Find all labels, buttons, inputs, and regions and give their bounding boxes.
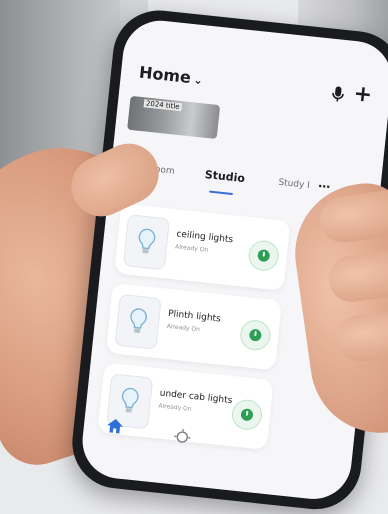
bulb-icon-box [123, 214, 170, 270]
device-card[interactable]: Plinth lights Already On [106, 283, 282, 370]
power-icon [257, 249, 270, 262]
tab-study[interactable]: Study I [278, 178, 310, 191]
device-status: Already On [166, 323, 200, 333]
power-toggle[interactable] [247, 239, 280, 272]
home-title: Home [138, 63, 192, 87]
add-icon[interactable]: + [352, 81, 373, 108]
right-finger [326, 246, 388, 305]
microphone-icon[interactable] [329, 85, 347, 105]
bulb-icon-box [114, 294, 161, 350]
right-finger [334, 306, 388, 365]
home-cover-image: 2024 title [127, 96, 220, 139]
device-name: ceiling lights [176, 229, 234, 245]
bulb-icon[interactable] [172, 428, 192, 448]
tab-active-indicator [209, 191, 233, 195]
cover-label: 2024 title [144, 99, 182, 111]
power-toggle[interactable] [239, 319, 272, 352]
device-status: Already On [158, 402, 192, 412]
light-bulb-icon [134, 226, 159, 258]
home-selector[interactable]: Home⌄ [138, 63, 204, 89]
tab-studio[interactable]: Studio [204, 168, 245, 185]
light-bulb-icon [117, 385, 142, 417]
right-finger [317, 187, 388, 246]
power-icon [240, 408, 253, 421]
chevron-down-icon: ⌄ [193, 73, 204, 87]
more-icon[interactable]: … [318, 176, 331, 191]
power-icon [249, 329, 262, 342]
device-status: Already On [175, 243, 209, 253]
device-card[interactable]: ceiling lights Already On [114, 203, 290, 290]
device-name: Plinth lights [168, 309, 222, 324]
light-bulb-icon [126, 306, 151, 338]
